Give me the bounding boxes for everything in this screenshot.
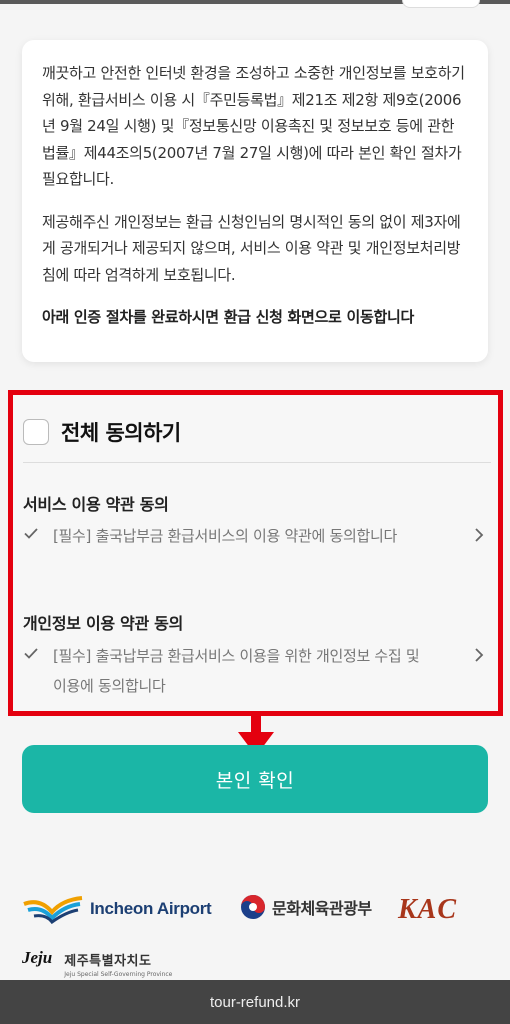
mcst-text: 문화체육관광부 xyxy=(272,899,372,918)
notice-paragraph-2: 제공해주신 개인정보는 환급 신청인님의 명시적인 동의 없이 제3자에게 공개… xyxy=(42,212,461,284)
incheon-airport-icon xyxy=(23,896,83,924)
chevron-right-icon[interactable] xyxy=(473,647,485,663)
partner-logos: Incheon Airport 문화체육관광부 KAC Jeju 제주특별자치도… xyxy=(0,880,510,980)
jeju-english-name: Jeju Special Self-Governing Province xyxy=(64,971,173,978)
url-text: tour-refund.kr xyxy=(209,993,301,1011)
check-icon xyxy=(24,528,38,539)
browser-url-bar[interactable]: tour-refund.kr xyxy=(0,980,510,1024)
notice-card: 깨끗하고 안전한 인터넷 환경을 조성하고 소중한 개인정보를 보호하기 위해,… xyxy=(22,40,488,362)
service-terms-text: [필수] 출국납부금 환급서비스의 이용 약관에 동의합니다 xyxy=(53,527,397,545)
taegeuk-icon xyxy=(241,895,265,919)
agree-all-row[interactable]: 전체 동의하기 xyxy=(23,417,181,447)
service-terms-title: 서비스 이용 약관 동의 xyxy=(23,495,169,514)
privacy-terms-title: 개인정보 이용 약관 동의 xyxy=(23,614,184,633)
jeju-mark: Jeju xyxy=(22,948,53,967)
notice-paragraph-3: 아래 인증 절차를 완료하시면 환급 신청 화면으로 이동합니다 xyxy=(42,308,414,326)
jeju-korean-name: 제주특별자치도 xyxy=(64,954,152,969)
mcst-logo: 문화체육관광부 xyxy=(240,894,372,920)
check-icon xyxy=(24,648,38,659)
service-terms-item[interactable]: [필수] 출국납부금 환급서비스의 이용 약관에 동의합니다 xyxy=(23,521,493,551)
agree-all-checkbox[interactable] xyxy=(23,419,49,445)
privacy-terms-text: [필수] 출국납부금 환급서비스 이용을 위한 개인정보 수집 및 이용에 동의… xyxy=(53,647,420,695)
divider xyxy=(23,462,491,463)
chevron-right-icon[interactable] xyxy=(473,527,485,543)
identity-confirm-button[interactable]: 본인 확인 xyxy=(22,745,488,813)
incheon-airport-logo: Incheon Airport xyxy=(22,894,212,924)
notice-paragraph-1: 깨끗하고 안전한 인터넷 환경을 조성하고 소중한 개인정보를 보호하기 위해,… xyxy=(42,64,465,188)
jeju-logo: Jeju 제주특별자치도 Jeju Special Self-Governing… xyxy=(22,948,172,978)
agree-all-label: 전체 동의하기 xyxy=(61,421,181,445)
incheon-airport-text: Incheon Airport xyxy=(90,899,212,918)
kac-logo: KAC xyxy=(398,894,458,925)
consent-highlight-box: 전체 동의하기 서비스 이용 약관 동의 [필수] 출국납부금 환급서비스의 이… xyxy=(8,390,503,716)
top-tab xyxy=(402,0,480,8)
privacy-terms-item[interactable]: [필수] 출국납부금 환급서비스 이용을 위한 개인정보 수집 및 이용에 동의… xyxy=(23,641,493,701)
